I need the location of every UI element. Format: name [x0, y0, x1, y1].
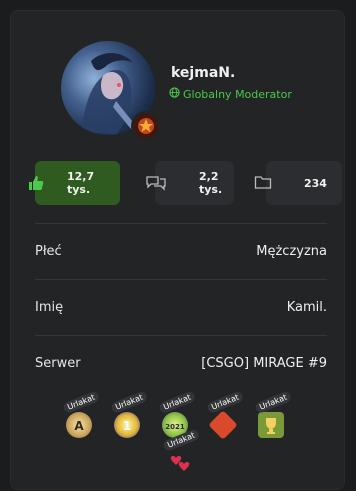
award-item[interactable]: A Urlakat — [62, 390, 101, 438]
rank-badge-icon — [131, 111, 161, 141]
svg-text:2021: 2021 — [165, 423, 185, 431]
awards-list: A Urlakat 1 Urlakat 2021 Urlakat Urlakat… — [0, 390, 356, 472]
avatar-container[interactable] — [61, 41, 161, 141]
award-hearts-icon — [166, 450, 192, 476]
detail-row-server: Serwer [CSGO] MIRAGE #9 — [35, 335, 327, 391]
likes-count: 12,7 tys. — [67, 170, 95, 196]
award-tag: Urlakat — [110, 390, 149, 415]
messages-stat[interactable]: 2,2 tys. — [146, 161, 234, 205]
thumbs-up-icon — [27, 174, 45, 195]
username[interactable]: kejmaN. — [171, 65, 235, 81]
user-role: Globalny Moderator — [169, 87, 292, 101]
detail-label: Imię — [35, 300, 64, 315]
files-count: 234 — [304, 176, 327, 190]
detail-value: [CSGO] MIRAGE #9 — [201, 356, 327, 371]
detail-row-name: Imię Kamil. — [35, 279, 327, 335]
award-a-icon: A — [66, 412, 92, 438]
svg-text:A: A — [74, 419, 84, 433]
folder-icon — [254, 174, 272, 193]
award-item[interactable]: 1 Urlakat — [110, 390, 149, 438]
award-tag: Urlakat — [62, 390, 101, 415]
award-trophy-icon — [258, 412, 284, 438]
comments-icon — [145, 174, 167, 195]
detail-value: Kamil. — [286, 300, 327, 315]
award-tag: Urlakat — [254, 390, 293, 415]
award-coin-icon: 1 — [114, 412, 140, 438]
role-label: Globalny Moderator — [183, 87, 292, 101]
detail-label: Serwer — [35, 356, 81, 371]
messages-count: 2,2 tys. — [199, 170, 223, 196]
likes-stat[interactable]: 12,7 tys. — [29, 161, 120, 205]
detail-label: Płeć — [35, 244, 62, 259]
award-item[interactable]: Urlakat — [254, 390, 293, 438]
detail-row-gender: Płeć Mężczyzna — [35, 223, 327, 279]
detail-value: Mężczyzna — [256, 244, 327, 259]
award-tag: Urlakat — [158, 390, 197, 415]
award-item[interactable]: Urlakat — [162, 428, 201, 476]
award-card-icon — [208, 410, 238, 440]
award-item[interactable]: Urlakat — [206, 390, 245, 440]
award-tag: Urlakat — [206, 390, 245, 415]
files-stat[interactable]: 234 — [254, 161, 342, 205]
globe-icon — [169, 87, 180, 101]
svg-text:1: 1 — [123, 419, 131, 433]
